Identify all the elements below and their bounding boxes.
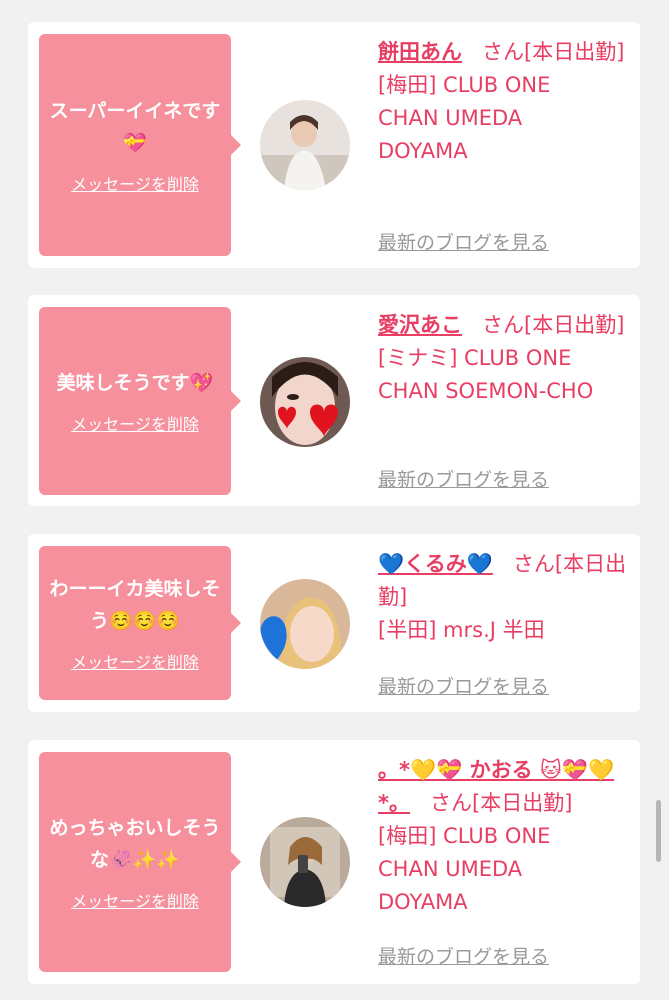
shop-line: CHAN UMEDA <box>378 106 523 130</box>
scrollbar[interactable] <box>656 800 661 862</box>
message-text: 美味しそうです💖 <box>56 372 214 394</box>
message-text: めっちゃおいしそうな🦑✨✨ <box>49 817 221 871</box>
girl-info: 愛沢あこ さん[本日出勤] [ミナミ] CLUB ONE CHAN SOEMON… <box>378 309 633 408</box>
attendance-status: さん[本日出勤] <box>430 791 573 815</box>
shop-line: DOYAMA <box>378 139 468 163</box>
latest-blog-link[interactable]: 最新のブログを見る <box>378 465 549 492</box>
shop-line: [ミナミ] CLUB ONE <box>378 346 572 370</box>
message-bubble: 美味しそうです💖 メッセージを削除 <box>39 307 241 495</box>
delete-message-link[interactable]: メッセージを削除 <box>71 888 199 912</box>
girl-name-link[interactable]: 💙くるみ💙 <box>378 552 493 576</box>
girl-name-link[interactable]: 餅田あん <box>378 40 462 64</box>
shop-line: [半田] mrs.J 半田 <box>378 618 545 642</box>
delete-message-link[interactable]: メッセージを削除 <box>71 649 199 673</box>
shop-line: CHAN UMEDA <box>378 857 523 881</box>
avatar[interactable] <box>260 357 350 447</box>
shop-line: [梅田] CLUB ONE <box>378 824 551 848</box>
delete-message-link[interactable]: メッセージを削除 <box>71 171 199 195</box>
girl-info: 餅田あん さん[本日出勤] [梅田] CLUB ONE CHAN UMEDA D… <box>378 36 633 168</box>
girl-name-link[interactable]: 愛沢あこ <box>378 313 462 337</box>
message-text: スーパーイイネです💝 <box>49 100 221 154</box>
avatar[interactable] <box>260 579 350 669</box>
message-card: わーーイカ美味しそう☺️☺️☺️ メッセージを削除 💙くるみ💙 さん[本日出勤]… <box>28 534 640 712</box>
shop-line: [梅田] CLUB ONE <box>378 73 551 97</box>
shop-line: CHAN SOEMON-CHO <box>378 379 594 403</box>
latest-blog-link[interactable]: 最新のブログを見る <box>378 228 549 255</box>
message-card: めっちゃおいしそうな🦑✨✨ メッセージを削除 。*💛💝 かおる 🐱💝💛*。 さん… <box>28 740 640 984</box>
attendance-status: さん[本日出勤] <box>482 313 625 337</box>
message-text: わーーイカ美味しそう☺️☺️☺️ <box>49 578 221 632</box>
avatar[interactable] <box>260 100 350 190</box>
message-card: 美味しそうです💖 メッセージを削除 愛沢あこ さん[本日出勤] [ミナミ] CL… <box>28 295 640 506</box>
girl-info: 。*💛💝 かおる 🐱💝💛*。 さん[本日出勤] [梅田] CLUB ONE CH… <box>378 754 633 919</box>
message-card: スーパーイイネです💝 メッセージを削除 餅田あん さん[本日出勤] [梅田] C… <box>28 22 640 268</box>
shop-line: DOYAMA <box>378 890 468 914</box>
attendance-status: さん[本日出勤] <box>482 40 625 64</box>
message-bubble: めっちゃおいしそうな🦑✨✨ メッセージを削除 <box>39 752 241 972</box>
delete-message-link[interactable]: メッセージを削除 <box>71 411 199 435</box>
avatar[interactable] <box>260 817 350 907</box>
latest-blog-link[interactable]: 最新のブログを見る <box>378 672 549 699</box>
message-bubble: わーーイカ美味しそう☺️☺️☺️ メッセージを削除 <box>39 546 241 700</box>
girl-info: 💙くるみ💙 さん[本日出勤] [半田] mrs.J 半田 <box>378 548 633 647</box>
latest-blog-link[interactable]: 最新のブログを見る <box>378 942 549 969</box>
message-bubble: スーパーイイネです💝 メッセージを削除 <box>39 34 241 256</box>
